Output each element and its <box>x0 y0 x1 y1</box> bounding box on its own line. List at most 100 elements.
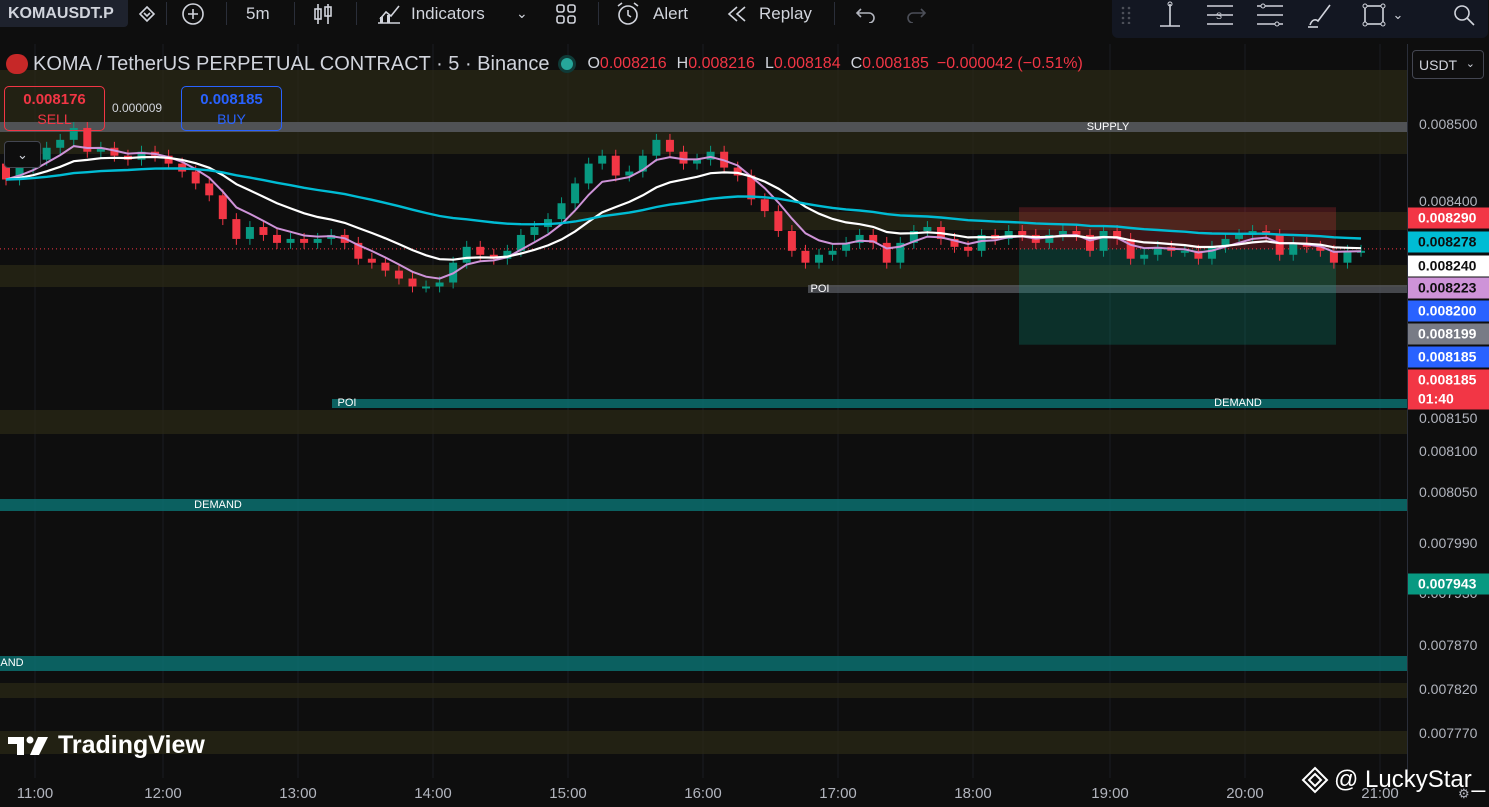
buy-button[interactable]: 0.008185 BUY <box>181 86 282 131</box>
price-axis-label: 01:40 <box>1408 388 1489 410</box>
redo-icon[interactable] <box>903 0 929 27</box>
candle-body <box>882 242 891 263</box>
demand-zone-label: DEMAND <box>194 499 242 511</box>
candle-body <box>679 151 688 164</box>
candle-body <box>300 238 309 243</box>
candle-body <box>381 262 390 271</box>
time-tick-label: 16:00 <box>684 785 722 802</box>
candle-body <box>1099 230 1108 251</box>
chevron-down-icon[interactable]: ⌄ <box>516 0 528 27</box>
collapse-legend-button[interactable]: ⌄ <box>4 141 41 168</box>
spread-value: 0.000009 <box>112 101 163 115</box>
price-tick-label: 0.007870 <box>1419 637 1478 653</box>
price-axis-label: 0.008278 <box>1408 231 1489 253</box>
indicators-label: Indicators <box>411 3 485 23</box>
supply-zone-label: SUPPLY <box>1086 121 1130 133</box>
time-tick-label: 19:00 <box>1091 785 1129 802</box>
chevron-down-icon[interactable]: ⌄ <box>1388 0 1408 30</box>
pattern-tool-icon[interactable] <box>1252 0 1288 30</box>
poi-zone-label: POI <box>810 283 830 295</box>
price-axis-label: 0.008185 <box>1408 346 1489 368</box>
price-tick-label: 0.007770 <box>1419 725 1478 741</box>
layouts-grid-icon[interactable] <box>554 0 578 27</box>
candle-body <box>1180 250 1189 253</box>
candle-body <box>191 171 200 184</box>
rectangle-tool-icon[interactable] <box>1356 0 1392 30</box>
candle-body <box>394 270 403 279</box>
candle-body <box>273 234 281 243</box>
alert-button[interactable]: Alert <box>653 0 688 27</box>
open-value: 0.008216 <box>599 55 667 72</box>
settings-gear-icon[interactable]: ⚙ <box>1458 786 1470 802</box>
candles-icon[interactable] <box>310 0 336 27</box>
alarm-clock-icon <box>614 0 642 27</box>
undo-icon[interactable] <box>853 0 879 27</box>
tradingview-watermark: TradingView <box>8 731 205 760</box>
high-value: 0.008216 <box>688 55 755 72</box>
currency-select[interactable]: USDT ⌄ <box>1412 50 1484 79</box>
trend-line-tool-icon[interactable] <box>1152 0 1188 30</box>
high-label: H <box>676 55 689 72</box>
indicators-button[interactable]: Indicators <box>411 0 485 27</box>
time-tick-label: 17:00 <box>819 785 857 802</box>
close-value: 0.008185 <box>862 55 929 72</box>
sell-label: SELL <box>37 111 72 127</box>
poi-zone-label: POI <box>337 397 357 409</box>
candle-body <box>205 183 214 196</box>
candle-body <box>760 199 769 212</box>
demand-zone-label: DEMAND <box>1214 397 1262 409</box>
indicators-icon <box>374 0 404 27</box>
price-axis-label: 0.007943 <box>1408 573 1489 595</box>
brush-tool-icon[interactable] <box>1302 0 1338 30</box>
price-axis-label: 0.008223 <box>1408 277 1489 299</box>
candle-body <box>530 227 539 235</box>
candle-body <box>313 238 322 243</box>
symbol-title: KOMA / TetherUS PERPETUAL CONTRACT · 5 ·… <box>33 52 550 75</box>
take-profit-zone <box>1019 248 1336 345</box>
chart-legend: KOMA / TetherUS PERPETUAL CONTRACT · 5 ·… <box>0 50 1083 78</box>
candle-body <box>964 246 973 251</box>
replay-button[interactable]: Replay <box>759 0 812 27</box>
search-icon[interactable] <box>1446 0 1482 30</box>
time-tick-label: 15:00 <box>549 785 587 802</box>
candle-body <box>367 258 376 263</box>
time-tick-label: 11:00 <box>16 785 54 802</box>
candle-body <box>923 227 932 231</box>
interval-button[interactable]: 5m <box>246 0 270 27</box>
candle-body <box>828 250 837 255</box>
price-tick-label: 0.008150 <box>1419 410 1478 426</box>
candle-body <box>286 238 295 243</box>
replay-rewind-icon <box>724 0 750 27</box>
candle-body <box>56 139 65 148</box>
drag-handle-icon[interactable] <box>1116 0 1136 30</box>
candle-body <box>1235 234 1244 239</box>
price-tick-label: 0.008100 <box>1419 443 1478 459</box>
currency-label: USDT <box>1419 57 1458 73</box>
fib-tool-icon[interactable]: S <box>1202 0 1238 30</box>
symbol-label: KOMAUSDT.P <box>8 4 114 22</box>
time-tick-label: 14:00 <box>414 785 452 802</box>
candle-body <box>1207 246 1216 259</box>
candle-body <box>476 246 485 255</box>
alert-label: Alert <box>653 3 688 23</box>
candle-body <box>787 230 796 251</box>
binance-logo-icon <box>1301 766 1329 794</box>
candle-body <box>584 163 593 184</box>
watermark-text: TradingView <box>58 731 205 759</box>
candle-body <box>665 139 674 152</box>
buy-label: BUY <box>217 111 246 127</box>
candle-body <box>1140 254 1149 259</box>
change-value: −0.000042 (−0.51%) <box>936 55 1083 72</box>
candle-body <box>1126 238 1135 259</box>
buy-price: 0.008185 <box>200 91 263 108</box>
symbol-search-button[interactable]: KOMAUSDT.P <box>0 0 128 27</box>
replay-label: Replay <box>759 3 812 23</box>
demand-zone <box>0 656 1407 671</box>
candle-body <box>259 227 268 235</box>
market-status-icon <box>561 58 574 70</box>
sell-button[interactable]: 0.008176 SELL <box>4 86 105 131</box>
close-label: C <box>850 55 863 72</box>
compare-add-icon[interactable] <box>178 0 208 27</box>
price-tick-label: 0.007820 <box>1419 681 1478 697</box>
chevron-diamond-icon[interactable] <box>134 0 160 27</box>
